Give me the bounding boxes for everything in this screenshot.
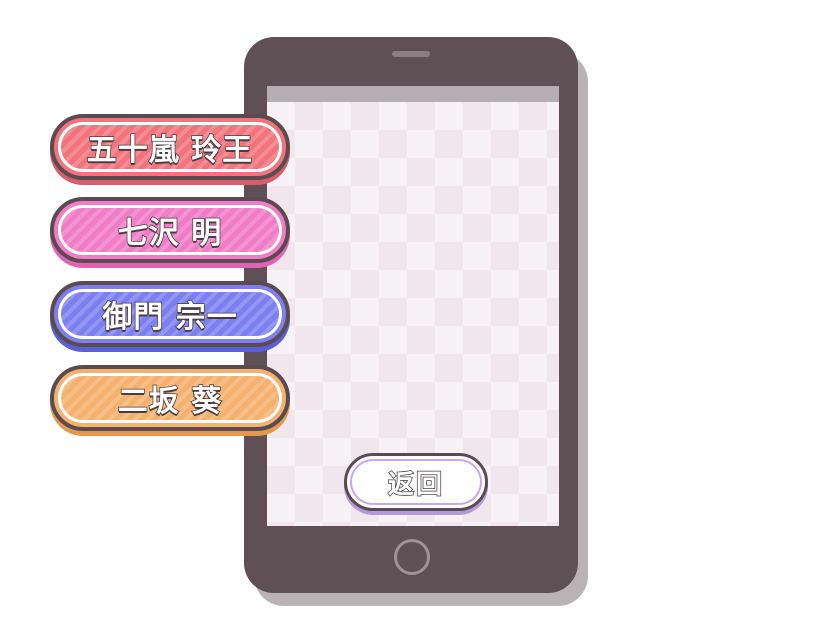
character-button-akira[interactable]: 七沢 明 [50,197,290,263]
game-stage: 五十嵐 玲王 七沢 明 御門 宗一 二坂 葵 返回 [0,0,816,624]
character-button-reo[interactable]: 五十嵐 玲王 [50,114,290,180]
screen-status-bar [267,86,559,102]
character-name-label: 二坂 葵 [117,383,223,420]
back-button[interactable]: 返回 [344,453,488,511]
back-button-label: 返回 [387,469,444,501]
character-name-label: 御門 宗一 [102,299,238,336]
home-button[interactable] [394,539,430,575]
character-name-label: 七沢 明 [117,215,223,252]
character-button-soichi[interactable]: 御門 宗一 [50,281,290,347]
character-button-aoi[interactable]: 二坂 葵 [50,365,290,431]
phone-speaker [392,51,430,57]
character-name-label: 五十嵐 玲王 [86,132,254,169]
